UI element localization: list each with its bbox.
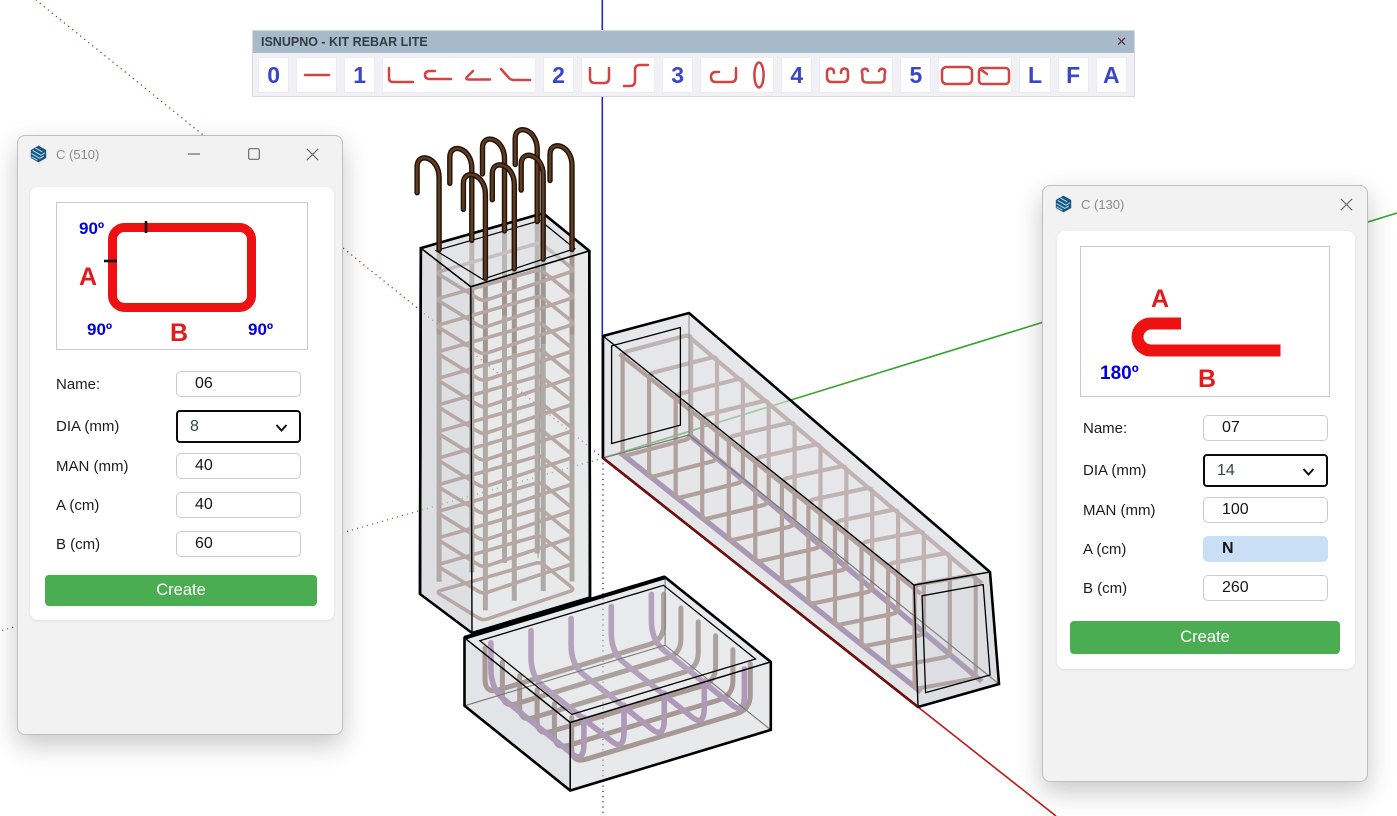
svg-text:90º: 90º xyxy=(79,219,104,238)
svg-text:90º: 90º xyxy=(87,320,112,339)
svg-text:A: A xyxy=(79,263,97,291)
svg-text:A: A xyxy=(1151,285,1169,313)
svg-text:90º: 90º xyxy=(248,320,273,339)
svg-text:180º: 180º xyxy=(1100,363,1139,384)
svg-text:B: B xyxy=(170,319,188,347)
svg-text:B: B xyxy=(1198,365,1216,393)
